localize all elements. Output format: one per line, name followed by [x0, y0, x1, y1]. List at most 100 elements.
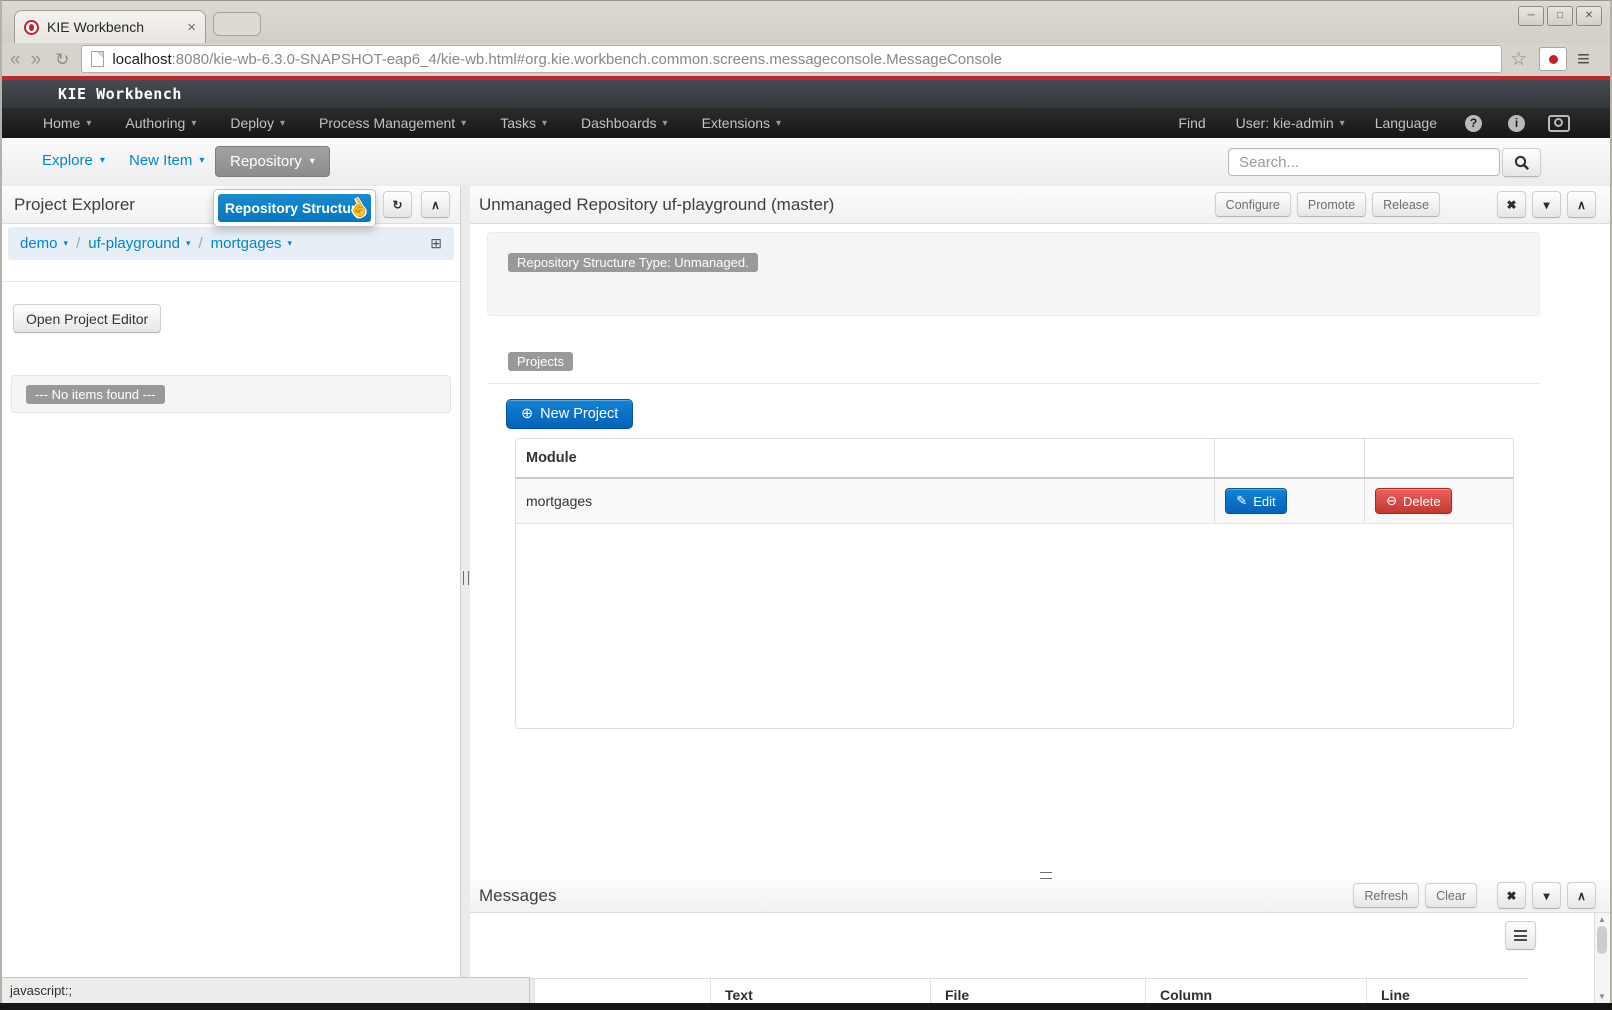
- repository-menu-button[interactable]: Repository▾: [215, 146, 330, 177]
- project-explorer-panel: Project Explorer ✖ ▾ ↻ ∧ demo▾ / uf-play…: [2, 186, 461, 1003]
- menu-process-management[interactable]: Process Management▾: [302, 115, 483, 131]
- search-input[interactable]: [1228, 148, 1500, 176]
- vertical-splitter[interactable]: [461, 186, 470, 1003]
- breadcrumb-repository[interactable]: uf-playground▾: [88, 235, 190, 252]
- red-dot-icon: [1549, 55, 1558, 64]
- panel-close-button[interactable]: ✖: [1497, 882, 1526, 909]
- caret-down-icon: ▾: [280, 118, 285, 129]
- window-border: [0, 0, 2, 1010]
- explore-menu[interactable]: Explore▾: [42, 152, 105, 169]
- configure-button[interactable]: Configure: [1215, 192, 1291, 217]
- panel-minimize-button[interactable]: ▾: [1532, 191, 1561, 218]
- menu-tasks[interactable]: Tasks▾: [483, 115, 564, 131]
- column-picker-button[interactable]: [1505, 921, 1536, 950]
- menu-extensions[interactable]: Extensions▾: [685, 115, 799, 131]
- new-tab-button[interactable]: [213, 12, 261, 36]
- messages-panel: Messages Refresh Clear ✖ ▾ ∧ Text File: [470, 879, 1610, 1003]
- refresh-explorer-button[interactable]: ↻: [383, 191, 412, 218]
- browser-menu-icon[interactable]: ≡: [1577, 48, 1590, 70]
- brand-bar: KIE Workbench: [2, 80, 1610, 108]
- info-icon[interactable]: i: [1508, 115, 1525, 132]
- horizontal-splitter-grip-icon[interactable]: [1040, 872, 1052, 879]
- column-header-column: Column: [1146, 979, 1367, 1003]
- delete-button[interactable]: ⊖Delete: [1375, 488, 1451, 514]
- panel-minimize-button[interactable]: ▾: [1532, 882, 1561, 909]
- brand-title: KIE Workbench: [58, 85, 182, 103]
- reload-icon[interactable]: ↻: [55, 51, 69, 68]
- help-icon[interactable]: ?: [1465, 115, 1482, 132]
- projects-table-header: Module: [516, 439, 1513, 479]
- breadcrumb-org[interactable]: demo▾: [20, 235, 68, 252]
- projects-table: Module mortgages ✎Edit ⊖Delete: [515, 438, 1514, 729]
- plus-circle-icon: ⊕: [521, 406, 533, 422]
- url-rest: :8080/kie-wb-6.3.0-SNAPSHOT-eap6_4/kie-w…: [172, 51, 1002, 68]
- search-button[interactable]: [1502, 148, 1541, 177]
- module-name-cell: mortgages: [516, 479, 1215, 523]
- status-bar: javascript:;: [2, 977, 530, 1003]
- caret-down-icon: ▾: [288, 238, 293, 249]
- structure-type-badge: Repository Structure Type: Unmanaged.: [508, 253, 758, 272]
- expand-plus-icon[interactable]: ⊞: [430, 235, 442, 252]
- repository-structure-header: Unmanaged Repository uf-playground (mast…: [470, 186, 1610, 224]
- breadcrumb-project[interactable]: mortgages▾: [211, 235, 292, 252]
- open-project-editor-button[interactable]: Open Project Editor: [13, 304, 161, 333]
- scrollbar-thumb[interactable]: [1597, 926, 1607, 954]
- refresh-messages-button[interactable]: Refresh: [1353, 883, 1419, 908]
- panel-title: Project Explorer: [14, 195, 135, 215]
- browser-window: KIE Workbench × ─ □ ✕ « » ↻ localhost :8…: [0, 0, 1612, 1010]
- clear-messages-button[interactable]: Clear: [1425, 883, 1477, 908]
- minimize-window-icon[interactable]: ─: [1518, 6, 1544, 26]
- maximize-window-icon[interactable]: □: [1547, 6, 1573, 26]
- panel-close-button[interactable]: ✖: [1497, 191, 1526, 218]
- repository-structure-body: Repository Structure Type: Unmanaged. Pr…: [470, 224, 1610, 879]
- caret-down-icon: ▾: [776, 118, 781, 129]
- close-window-icon[interactable]: ✕: [1576, 6, 1602, 26]
- menu-home[interactable]: Home▾: [26, 115, 108, 131]
- menu-find[interactable]: Find: [1163, 115, 1220, 131]
- bookmark-star-icon[interactable]: ☆: [1510, 48, 1527, 71]
- caret-down-icon: ▾: [310, 156, 315, 167]
- browser-tab[interactable]: KIE Workbench ×: [14, 10, 206, 43]
- edit-button[interactable]: ✎Edit: [1225, 488, 1286, 514]
- menu-language[interactable]: Language: [1360, 115, 1452, 131]
- promote-button[interactable]: Promote: [1297, 192, 1366, 217]
- menu-authoring[interactable]: Authoring▾: [108, 115, 213, 131]
- column-header-edit: [1215, 439, 1365, 477]
- breadcrumb-separator: /: [68, 235, 88, 252]
- browser-tab-bar: KIE Workbench × ─ □ ✕: [0, 0, 1612, 43]
- search-icon: [1514, 155, 1530, 171]
- release-button[interactable]: Release: [1372, 192, 1440, 217]
- messages-scrollbar[interactable]: ▲ ▼: [1594, 913, 1610, 1003]
- panel-collapse-button[interactable]: ∧: [1567, 882, 1596, 909]
- table-row: mortgages ✎Edit ⊖Delete: [516, 479, 1513, 524]
- panel-collapse-button[interactable]: ∧: [1567, 191, 1596, 218]
- caret-down-icon: ▾: [191, 118, 196, 129]
- page-title: Unmanaged Repository uf-playground (mast…: [479, 195, 834, 215]
- caret-down-icon: ▾: [86, 118, 91, 129]
- camera-icon[interactable]: [1548, 115, 1570, 132]
- reader-mode-button[interactable]: [1539, 47, 1567, 71]
- scroll-down-icon[interactable]: ▼: [1598, 992, 1606, 1001]
- no-items-badge: --- No items found ---: [26, 385, 165, 404]
- column-header-file: File: [931, 979, 1146, 1003]
- breadcrumb: demo▾ / uf-playground▾ / mortgages▾ ⊞: [8, 227, 454, 260]
- tab-title: KIE Workbench: [47, 19, 181, 35]
- empty-items-well: --- No items found ---: [11, 375, 451, 413]
- caret-down-icon: ▾: [199, 155, 204, 166]
- status-text: javascript:;: [10, 983, 72, 998]
- forward-icon[interactable]: »: [31, 50, 42, 69]
- page-icon: [91, 51, 104, 67]
- new-item-menu[interactable]: New Item▾: [129, 152, 204, 169]
- panel-collapse-button[interactable]: ∧: [421, 191, 450, 218]
- url-field[interactable]: localhost :8080/kie-wb-6.3.0-SNAPSHOT-ea…: [81, 45, 1502, 73]
- perspective-toolbar: Explore▾ New Item▾ Repository▾: [2, 138, 1610, 187]
- new-project-button[interactable]: ⊕ New Project: [506, 399, 633, 429]
- menu-dashboards[interactable]: Dashboards▾: [564, 115, 685, 131]
- window-controls: ─ □ ✕: [1518, 6, 1602, 26]
- back-icon[interactable]: «: [10, 50, 21, 69]
- tab-close-icon[interactable]: ×: [187, 19, 196, 36]
- edit-icon: ✎: [1236, 493, 1247, 509]
- scroll-up-icon[interactable]: ▲: [1598, 915, 1606, 924]
- menu-user[interactable]: User: kie-admin▾: [1221, 115, 1360, 131]
- menu-deploy[interactable]: Deploy▾: [213, 115, 302, 131]
